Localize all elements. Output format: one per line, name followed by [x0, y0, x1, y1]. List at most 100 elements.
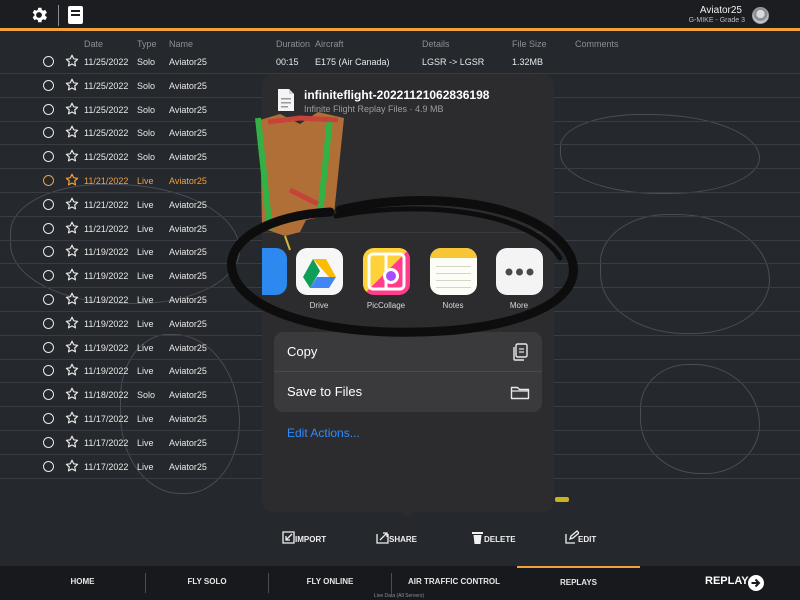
star-icon[interactable]	[65, 173, 79, 187]
row-select-radio[interactable]	[43, 413, 54, 424]
row-select-radio[interactable]	[43, 151, 54, 163]
star-icon[interactable]	[65, 125, 79, 139]
star-icon[interactable]	[65, 149, 79, 163]
edit-label: EDIT	[578, 535, 597, 544]
col-name[interactable]: Name	[169, 39, 193, 49]
sheet-pointer	[398, 509, 416, 518]
row-select-radio[interactable]	[43, 222, 54, 234]
share-app-piccollage[interactable]: PicCollage	[361, 248, 411, 310]
col-comments[interactable]: Comments	[575, 39, 619, 49]
row-select-radio[interactable]	[43, 175, 54, 186]
row-name: Aviator25	[169, 80, 207, 91]
user-grade: G-MIKE - Grade 3	[688, 17, 745, 24]
col-aircraft[interactable]: Aircraft	[315, 39, 344, 49]
nav-fly-solo[interactable]: FLY SOLO	[146, 566, 268, 600]
row-type: Solo	[137, 80, 156, 91]
nav-fly-online[interactable]: FLY ONLINE	[269, 566, 391, 600]
row-select-radio[interactable]	[43, 270, 54, 282]
highlight-mark	[555, 497, 569, 502]
row-select-radio[interactable]	[43, 341, 54, 353]
row-name: Aviator25	[169, 223, 207, 234]
share-app-label: PicCollage	[366, 301, 406, 310]
row-select-radio[interactable]	[43, 436, 54, 448]
row-select-radio[interactable]	[43, 79, 54, 91]
replay-action-bar: IMPORT SHARE DELETE EDIT	[0, 526, 800, 552]
row-date: 11/25/2022	[84, 152, 129, 163]
avatar[interactable]	[752, 7, 769, 24]
row-select-radio[interactable]	[43, 294, 54, 305]
star-icon[interactable]	[65, 197, 79, 211]
row-type: Live	[137, 199, 154, 210]
star-icon[interactable]	[65, 411, 79, 425]
share-app-mail[interactable]	[262, 248, 288, 295]
more-icon	[495, 248, 543, 295]
share-file-info: Infinite Flight Replay Files · 4.9 MB	[304, 104, 444, 114]
row-date: 11/19/2022	[84, 318, 129, 329]
star-icon[interactable]	[65, 459, 79, 473]
share-file-name: infiniteflight-20221121062836198	[304, 88, 490, 102]
share-app-label: More	[509, 301, 529, 310]
row-date: 11/19/2022	[84, 271, 129, 282]
row-type: Solo	[137, 104, 156, 115]
col-date[interactable]: Date	[84, 39, 103, 49]
row-select-radio[interactable]	[43, 198, 54, 210]
sheet-divider	[262, 232, 554, 233]
star-icon[interactable]	[65, 387, 79, 401]
user-name: Aviator25	[699, 5, 742, 16]
col-filesize[interactable]: File Size	[512, 39, 547, 49]
save-to-files-action[interactable]: Save to Files	[274, 372, 542, 412]
share-app-drive[interactable]: Drive	[294, 248, 344, 310]
nav-home[interactable]: HOME	[20, 566, 145, 600]
edit-actions-link[interactable]: Edit Actions...	[287, 426, 360, 440]
row-select-radio[interactable]	[43, 389, 54, 401]
row-select-radio[interactable]	[43, 127, 54, 139]
star-icon[interactable]	[65, 340, 79, 354]
col-duration[interactable]: Duration	[276, 39, 310, 49]
copy-action[interactable]: Copy	[274, 332, 542, 372]
share-sheet: infiniteflight-20221121062836198 Infinit…	[262, 74, 554, 512]
star-icon[interactable]	[65, 78, 79, 92]
star-icon[interactable]	[65, 268, 79, 282]
logbook-icon[interactable]	[67, 5, 84, 25]
folder-icon	[510, 386, 530, 400]
star-icon[interactable]	[65, 221, 79, 235]
piccollage-icon	[362, 248, 410, 295]
row-date: 11/21/2022	[84, 176, 129, 186]
gear-icon[interactable]	[29, 5, 49, 25]
row-name: Aviator25	[169, 295, 207, 305]
row-aircraft: E175 (Air Canada)	[315, 57, 390, 67]
row-duration: 00:15	[276, 57, 299, 67]
row-date: 11/19/2022	[84, 295, 129, 305]
share-icon	[376, 532, 389, 544]
share-app-more[interactable]: More	[494, 248, 544, 310]
col-type[interactable]: Type	[137, 39, 157, 49]
col-details[interactable]: Details	[422, 39, 450, 49]
replay-button[interactable]: REPLAY	[705, 575, 749, 587]
arrow-right-circle-icon[interactable]	[747, 574, 765, 592]
row-select-radio[interactable]	[43, 460, 54, 472]
star-icon[interactable]	[65, 435, 79, 449]
star-icon[interactable]	[65, 102, 79, 116]
row-date: 11/17/2022	[84, 461, 129, 472]
nav-replays[interactable]: REPLAYS	[517, 566, 640, 600]
edit-icon	[565, 530, 579, 544]
star-icon[interactable]	[65, 292, 79, 306]
row-name: Aviator25	[169, 176, 207, 186]
row-type: Live	[137, 318, 154, 329]
row-date: 11/21/2022	[84, 223, 129, 234]
google-drive-icon	[295, 248, 343, 295]
row-date: 11/19/2022	[84, 247, 129, 258]
star-icon[interactable]	[65, 363, 79, 377]
top-bar: Aviator25 G-MIKE - Grade 3	[0, 0, 800, 31]
star-icon[interactable]	[65, 316, 79, 330]
row-type: Live	[137, 247, 154, 258]
row-select-radio[interactable]	[43, 246, 54, 258]
star-icon[interactable]	[65, 244, 79, 258]
row-select-radio[interactable]	[43, 103, 54, 115]
row-select-radio[interactable]	[43, 317, 54, 329]
row-name: Aviator25	[169, 342, 207, 353]
row-select-radio[interactable]	[43, 365, 54, 377]
document-icon	[278, 89, 294, 111]
share-app-notes[interactable]: Notes	[428, 248, 478, 310]
row-date: 11/19/2022	[84, 366, 129, 377]
